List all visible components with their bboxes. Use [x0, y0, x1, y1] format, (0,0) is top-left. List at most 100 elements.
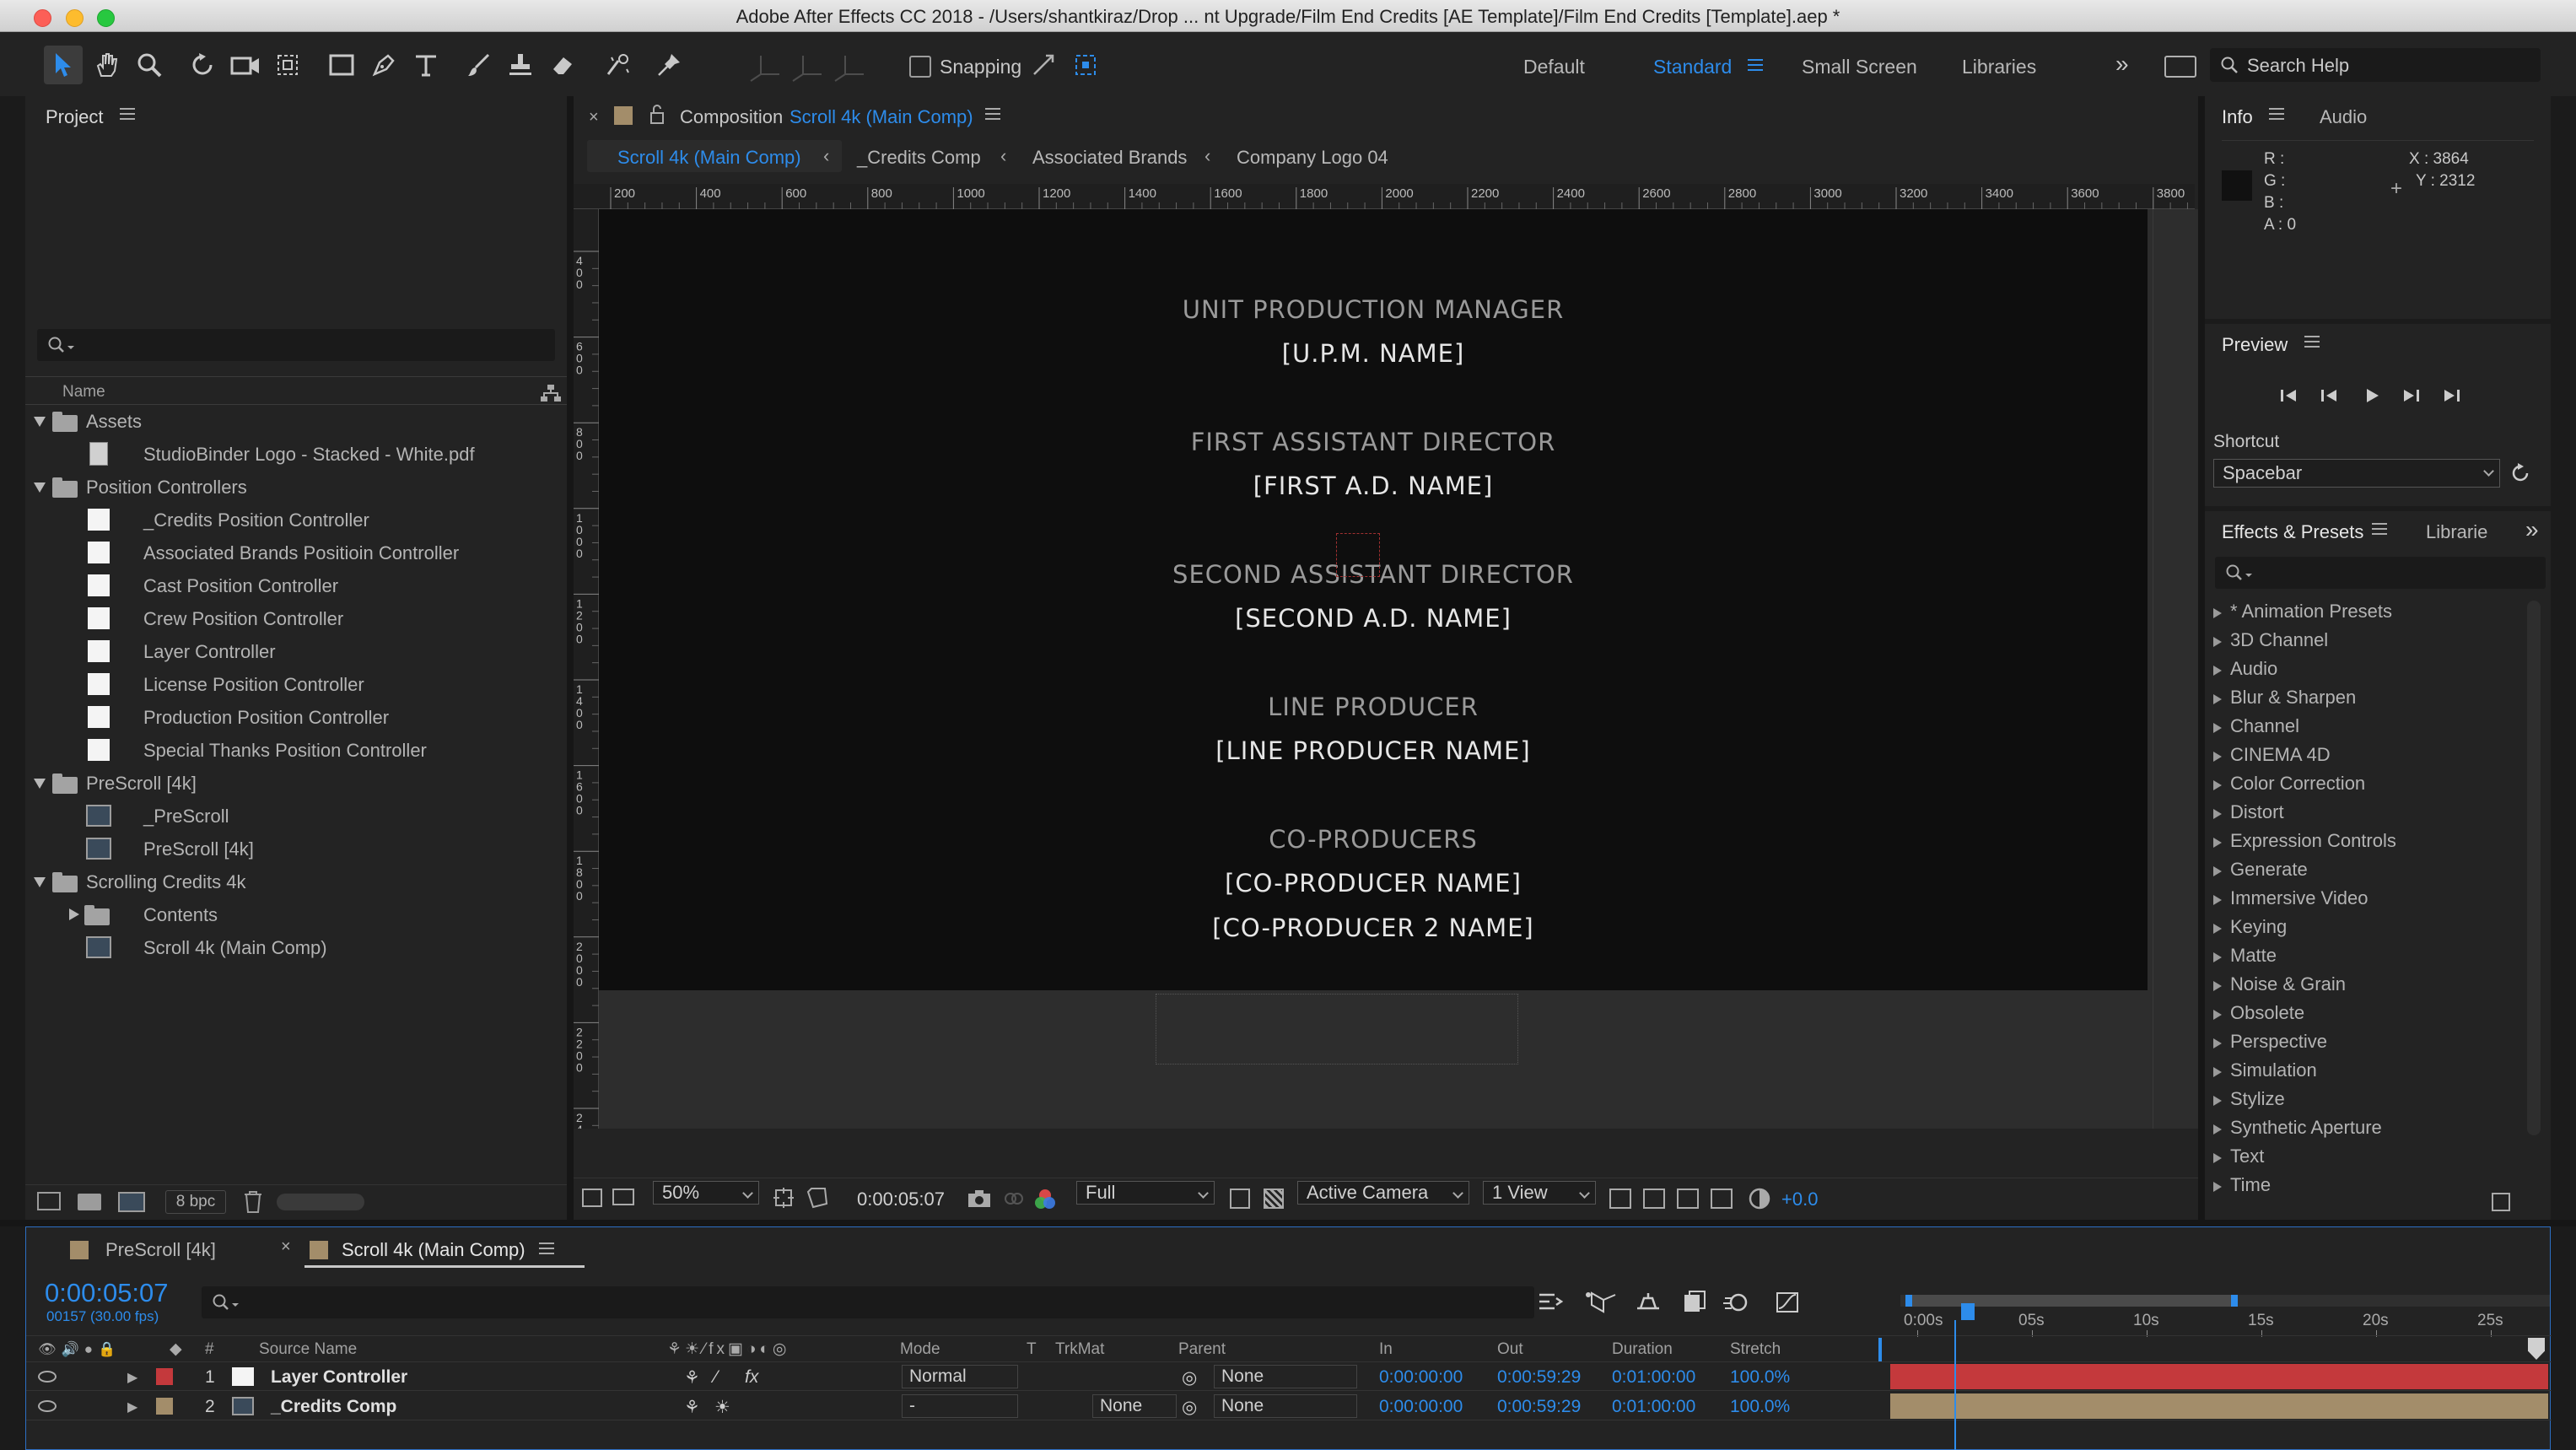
workspace-libraries[interactable]: Libraries — [1962, 56, 2036, 78]
timeline-menu-icon[interactable] — [539, 1242, 554, 1256]
project-item[interactable]: Crew Position Controller — [25, 602, 557, 634]
effect-category[interactable]: Color Correction — [2212, 773, 2365, 801]
project-item[interactable]: Cast Position Controller — [25, 569, 557, 601]
delete-icon[interactable] — [243, 1190, 263, 1214]
composition-name[interactable]: Scroll 4k (Main Comp) — [790, 106, 973, 128]
playhead-line[interactable] — [1954, 1320, 1956, 1450]
panel-overflow-icon[interactable]: » — [2525, 516, 2539, 543]
pick-whip-icon[interactable]: ◎ — [1182, 1367, 1197, 1388]
transparency-grid-icon[interactable] — [1264, 1189, 1284, 1209]
effect-category[interactable]: Generate — [2213, 859, 2308, 887]
project-item[interactable]: StudioBinder Logo - Stacked - White.pdf — [25, 438, 557, 470]
effects-scrollbar[interactable] — [2527, 601, 2541, 1135]
project-item[interactable]: _PreScroll — [25, 800, 557, 832]
rotation-tool-icon[interactable] — [184, 46, 223, 84]
effects-menu-icon[interactable] — [2372, 523, 2387, 536]
project-item[interactable]: PreScroll [4k] — [25, 833, 557, 865]
reset-shortcut-icon[interactable] — [2510, 462, 2532, 484]
tab-prescroll[interactable]: PreScroll [4k] — [105, 1239, 216, 1261]
snapshot-icon[interactable] — [967, 1189, 992, 1209]
view-layout-dropdown[interactable]: 1 View — [1483, 1181, 1596, 1205]
expand-arrow-icon[interactable] — [34, 482, 46, 493]
shy-switch-icon[interactable]: ⚘ — [684, 1397, 700, 1418]
puppet-pin-tool-icon[interactable] — [649, 46, 688, 84]
expand-arrow-icon[interactable] — [34, 779, 46, 789]
layer-name[interactable]: Layer Controller — [271, 1367, 407, 1388]
layer-duration-bar[interactable] — [1890, 1364, 2548, 1389]
comp-end-marker[interactable] — [2528, 1338, 2545, 1360]
workspace-standard[interactable]: Standard — [1653, 56, 1732, 78]
keyboard-shortcut-icon[interactable] — [2164, 56, 2196, 78]
breadcrumb-company-logo[interactable]: Company Logo 04 — [1237, 147, 1388, 169]
rectangle-tool-icon[interactable] — [322, 46, 361, 84]
blend-mode-dropdown[interactable]: Normal — [902, 1365, 1018, 1388]
navigator-range[interactable] — [1905, 1295, 2238, 1307]
workspace-menu-icon[interactable] — [1748, 59, 1763, 73]
project-item[interactable]: Scroll 4k (Main Comp) — [25, 931, 557, 963]
info-menu-icon[interactable] — [2269, 108, 2284, 121]
fast-previews-icon[interactable] — [1643, 1189, 1665, 1209]
layer-out-point[interactable]: 0:00:59:29 — [1497, 1367, 1581, 1388]
comp-mini-flowchart-icon[interactable] — [1539, 1293, 1564, 1310]
eraser-tool-icon[interactable] — [543, 46, 582, 84]
layer-switch-icon[interactable]: ☀ — [714, 1397, 730, 1418]
layer-out-point[interactable]: 0:00:59:29 — [1497, 1397, 1581, 1417]
search-help-field[interactable]: Search Help — [2210, 48, 2541, 82]
project-item[interactable]: Layer Controller — [25, 635, 557, 667]
interpret-footage-icon[interactable] — [37, 1192, 61, 1210]
tab-libraries[interactable]: Librarie — [2426, 521, 2487, 543]
current-time[interactable]: 0:00:05:07 — [857, 1189, 945, 1210]
project-item[interactable]: Special Thanks Position Controller — [25, 734, 557, 766]
bit-depth-button[interactable]: 8 bpc — [165, 1190, 226, 1214]
fx-switch-icon[interactable]: fx — [745, 1367, 758, 1388]
exposure-value[interactable]: +0.0 — [1781, 1189, 1818, 1210]
tab-effects-presets[interactable]: Effects & Presets — [2222, 521, 2363, 543]
monitor-icon[interactable] — [612, 1189, 634, 1205]
show-snapshot-icon[interactable] — [1004, 1189, 1024, 1209]
channel-icon[interactable] — [1034, 1189, 1056, 1210]
workspace-overflow-icon[interactable]: » — [2115, 51, 2129, 78]
shortcut-dropdown[interactable]: Spacebar — [2213, 459, 2500, 488]
resolution-dropdown[interactable]: Full — [1076, 1181, 1215, 1205]
expand-layer-icon[interactable]: ▶ — [127, 1369, 137, 1386]
zoom-dropdown[interactable]: 50% — [653, 1181, 759, 1205]
project-menu-icon[interactable] — [120, 108, 135, 121]
safe-margins-icon[interactable] — [806, 1187, 828, 1209]
graph-editor-icon[interactable] — [1776, 1292, 1798, 1313]
brush-tool-icon[interactable] — [459, 46, 498, 84]
collapse-arrow-icon[interactable] — [69, 908, 79, 920]
effect-category[interactable]: Keying — [2212, 916, 2287, 945]
effect-category[interactable]: Blur & Sharpen — [2212, 687, 2356, 715]
snap-features-icon[interactable] — [1073, 52, 1098, 78]
effect-category[interactable]: Simulation — [2213, 1059, 2317, 1088]
new-composition-icon[interactable] — [118, 1192, 145, 1212]
tab-info[interactable]: Info — [2222, 106, 2253, 128]
layer-duration[interactable]: 0:01:00:00 — [1612, 1367, 1695, 1388]
layer-name[interactable]: _Credits Comp — [271, 1397, 396, 1417]
flowchart-icon[interactable] — [540, 384, 562, 402]
timeline-search-input[interactable] — [202, 1286, 1534, 1318]
project-item[interactable]: Position Controllers — [25, 471, 557, 503]
effect-category[interactable]: * Animation Presets — [2213, 601, 2392, 629]
new-folder-icon[interactable] — [78, 1194, 101, 1210]
next-frame-icon[interactable] — [2404, 390, 2419, 402]
effect-category[interactable]: CINEMA 4D — [2213, 744, 2331, 773]
effects-search-input[interactable] — [2215, 557, 2546, 589]
project-scroll-slider[interactable] — [277, 1194, 364, 1210]
project-item[interactable]: Contents — [25, 898, 557, 930]
type-tool-icon[interactable] — [407, 46, 445, 84]
shy-switch-icon[interactable]: ⚘ — [684, 1367, 700, 1388]
close-tab-icon[interactable]: × — [281, 1237, 291, 1257]
effect-category[interactable]: Channel — [2213, 715, 2299, 744]
expand-arrow-icon[interactable] — [34, 417, 46, 427]
pen-tool-icon[interactable] — [364, 46, 403, 84]
layer-color-label[interactable] — [156, 1398, 173, 1415]
comp-viewer[interactable]: UNIT PRODUCTION MANAGER [U.P.M. NAME] FIRS… — [599, 209, 2198, 1129]
comp-canvas[interactable]: UNIT PRODUCTION MANAGER [U.P.M. NAME] FIRS… — [599, 209, 2148, 990]
project-item[interactable]: License Position Controller — [25, 668, 557, 700]
effect-category[interactable]: Noise & Grain — [2213, 973, 2346, 1002]
table-row[interactable]: ▶ 1 Layer Controller ⚘ ⁄ fx Normal ◎ None 0:00:00… — [26, 1362, 2552, 1391]
layer-in-point[interactable]: 0:00:00:00 — [1379, 1367, 1463, 1388]
layer-in-point[interactable]: 0:00:00:00 — [1379, 1397, 1463, 1417]
pan-behind-tool-icon[interactable] — [268, 46, 307, 84]
